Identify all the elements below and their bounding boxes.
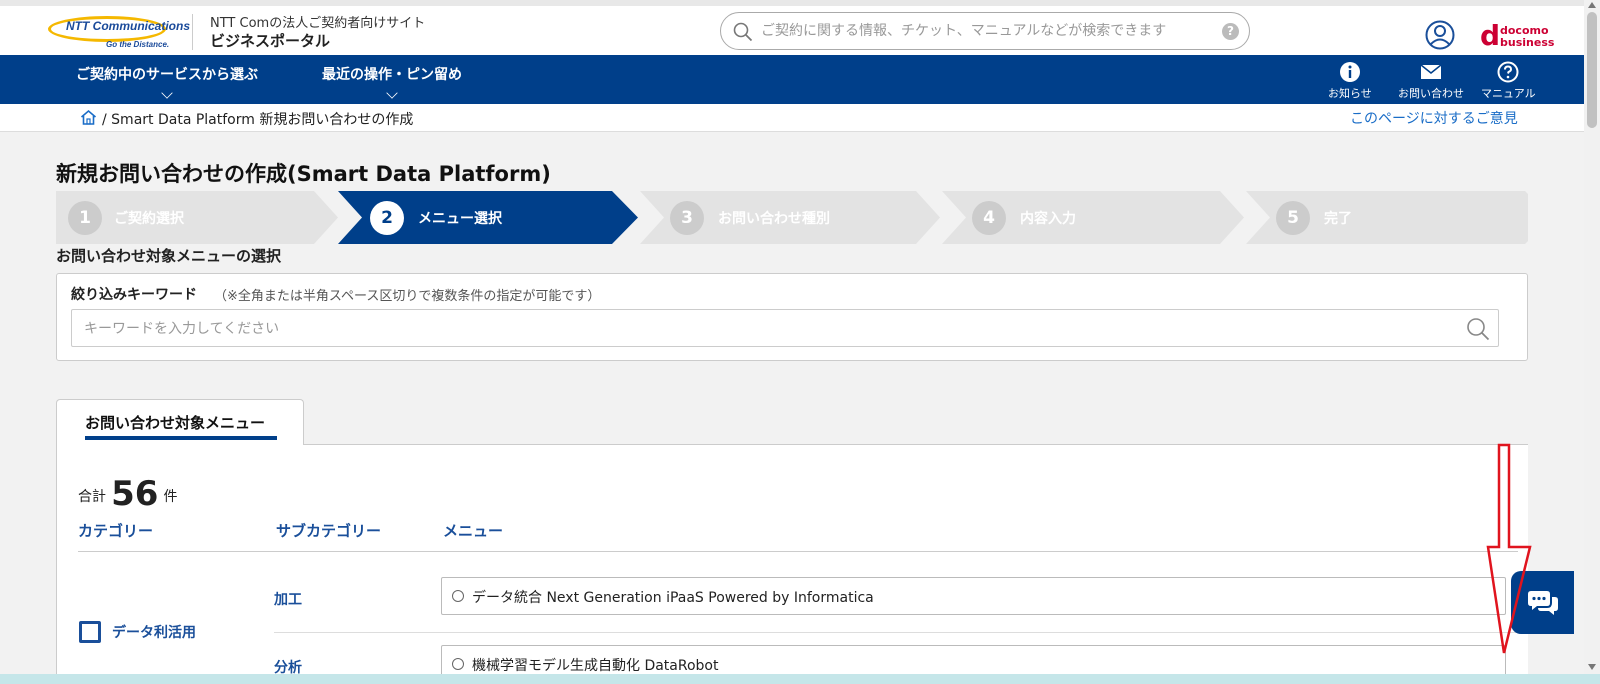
nav-right-label: お知らせ [1328, 87, 1372, 100]
breadcrumb-current: / Smart Data Platform 新規お問い合わせの作成 [102, 109, 413, 129]
nav-contact[interactable]: お問い合わせ [1398, 61, 1464, 101]
main-nav: ご契約中のサービスから選ぶ 最近の操作・ピン留め お知らせ お問い合わせ マニュ… [0, 55, 1584, 104]
nav-manual[interactable]: マニュアル [1481, 61, 1536, 101]
nav-item-label: 最近の操作・ピン留め [322, 67, 462, 83]
logo-text: NTT Communications [66, 19, 191, 33]
nav-item-label: ご契約中のサービスから選ぶ [76, 67, 258, 83]
row-divider [274, 632, 1518, 633]
step-label: 完了 [1324, 211, 1352, 227]
table-header-divider [78, 551, 1518, 552]
radio-button[interactable] [452, 658, 464, 670]
progress-stepper: 1 ご契約選択 2 メニュー選択 3 お問い合わせ種別 4 内容入力 5 完了 [56, 191, 1528, 244]
column-header-subcategory: サブカテゴリー [276, 522, 382, 540]
header-divider [192, 14, 193, 50]
nav-contracted-services[interactable]: ご契約中のサービスから選ぶ [76, 64, 258, 99]
step-label: お問い合わせ種別 [718, 211, 830, 227]
step-number: 5 [1276, 201, 1310, 235]
step-number: 2 [370, 201, 404, 235]
chevron-down-icon [386, 87, 398, 99]
top-header: NTT Communications Go the Distance. NTT … [0, 0, 1584, 55]
step-label: メニュー選択 [418, 211, 502, 227]
logo-tagline: Go the Distance. [106, 40, 170, 49]
search-help-icon[interactable]: ? [1222, 23, 1239, 40]
menu-option-label: データ統合 Next Generation iPaaS Powered by I… [472, 590, 874, 606]
tab-active-underline [85, 436, 277, 440]
help-icon [1497, 61, 1519, 83]
nav-recent-pins[interactable]: 最近の操作・ピン留め [322, 64, 462, 99]
global-search-input[interactable] [761, 19, 1201, 43]
home-icon[interactable] [80, 109, 97, 126]
category-label[interactable]: データ利活用 [112, 622, 196, 642]
docomo-logo-line2: business [1500, 36, 1555, 49]
total-prefix: 合計 [78, 489, 106, 505]
site-subtitle: NTT Comの法人ご契約者向けサイト [210, 16, 426, 31]
chevron-down-icon [161, 87, 173, 99]
results-total: 合計 56 件 [78, 474, 178, 514]
page-title: 新規お問い合わせの作成(Smart Data Platform) [56, 162, 551, 186]
step-label: 内容入力 [1020, 211, 1076, 227]
nav-right-label: マニュアル [1481, 87, 1536, 100]
subcategory-label: 加工 [274, 592, 302, 608]
page-feedback-link[interactable]: このページに対するご意見 [1350, 108, 1518, 128]
keyword-input[interactable] [84, 318, 1444, 340]
category-checkbox[interactable] [79, 621, 101, 643]
nav-right-label: お問い合わせ [1398, 87, 1464, 100]
menu-option-label: 機械学習モデル生成自動化 DataRobot [472, 658, 719, 674]
breadcrumb-separator: / [102, 112, 107, 128]
keyword-filter-box: 絞り込みキーワード （※全角または半角スペース区切りで複数条件の指定が可能です） [56, 273, 1528, 361]
info-icon [1339, 62, 1360, 82]
tab-label: お問い合わせ対象メニュー [85, 414, 266, 432]
filter-note: （※全角または半角スペース区切りで複数条件の指定が可能です） [214, 289, 601, 304]
scrollbar-thumb[interactable] [1587, 12, 1597, 128]
docomo-business-logo: d docomo business [1480, 19, 1560, 54]
mail-icon [1420, 64, 1442, 79]
total-suffix: 件 [163, 489, 178, 505]
search-icon [733, 22, 753, 42]
total-count: 56 [111, 474, 159, 514]
taskbar-strip [0, 674, 1600, 684]
step-number: 3 [670, 201, 704, 235]
radio-button[interactable] [452, 590, 464, 602]
keyword-input-wrapper[interactable] [71, 309, 1499, 347]
column-header-menu: メニュー [443, 522, 504, 540]
menu-option-row[interactable]: データ統合 Next Generation iPaaS Powered by I… [441, 577, 1506, 615]
scroll-up-arrow-icon[interactable] [1588, 2, 1596, 8]
user-account-icon[interactable] [1425, 20, 1455, 50]
step-number: 1 [68, 201, 102, 235]
step-label: ご契約選択 [114, 211, 184, 227]
global-search[interactable]: ? [720, 12, 1250, 50]
docomo-d-mark-icon: d [1480, 19, 1501, 52]
annotation-down-arrow-icon [1486, 443, 1532, 654]
column-header-category: カテゴリー [78, 522, 154, 540]
search-icon[interactable] [1466, 317, 1490, 341]
nav-notifications[interactable]: お知らせ [1328, 61, 1372, 101]
ntt-communications-logo[interactable]: NTT Communications Go the Distance. [48, 12, 190, 49]
step-number: 4 [972, 201, 1006, 235]
breadcrumb: / Smart Data Platform 新規お問い合わせの作成 このページに… [0, 104, 1584, 132]
breadcrumb-current-text: Smart Data Platform 新規お問い合わせの作成 [111, 112, 414, 128]
section-title: お問い合わせ対象メニューの選択 [56, 247, 282, 265]
site-title[interactable]: ビジネスポータル [210, 30, 330, 51]
page-scrollbar[interactable] [1584, 0, 1600, 674]
filter-label: 絞り込みキーワード [71, 287, 197, 303]
tab-target-menu[interactable]: お問い合わせ対象メニュー [56, 399, 304, 445]
scroll-down-arrow-icon[interactable] [1588, 664, 1596, 670]
